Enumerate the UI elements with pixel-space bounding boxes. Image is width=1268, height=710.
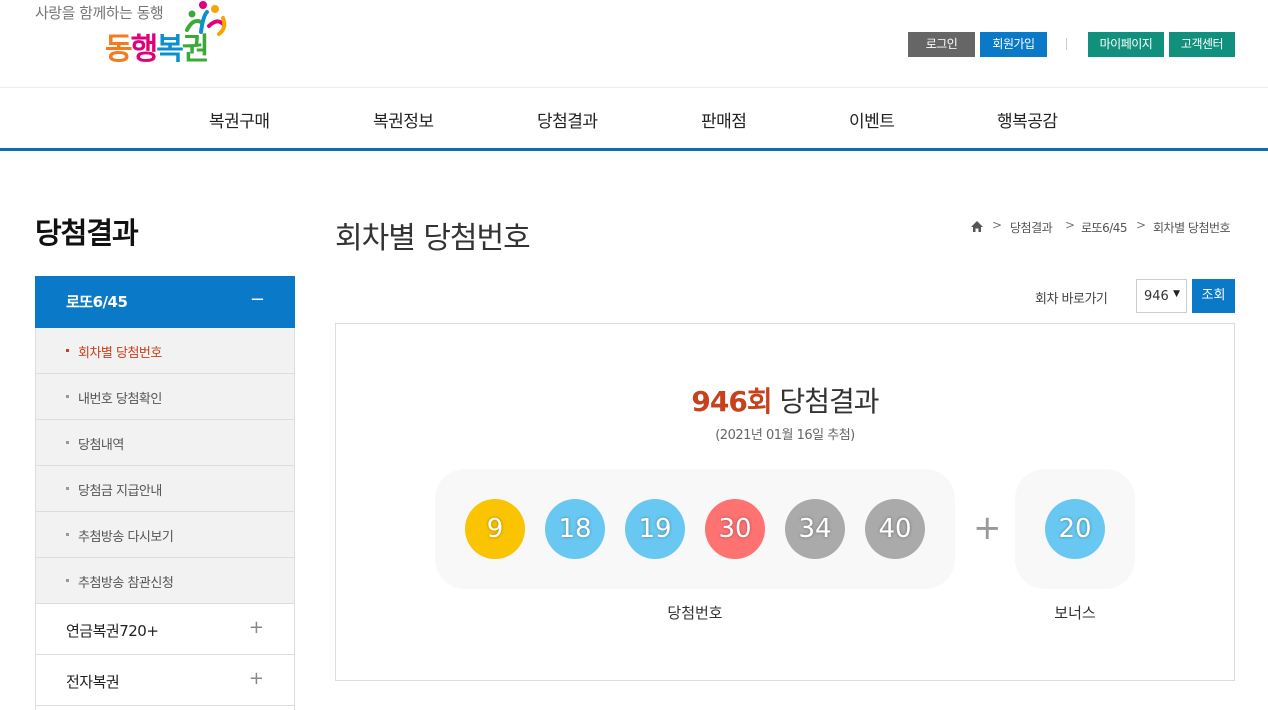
number-ball: 30 (705, 499, 765, 559)
sidebar-category-pension720[interactable]: 연금복권720+ + (36, 604, 294, 655)
sidebar-category-e-lottery[interactable]: 전자복권 + (36, 655, 294, 706)
search-button[interactable]: 조회 (1192, 279, 1235, 313)
draw-select-value: 946 (1144, 289, 1169, 304)
bullet-icon (66, 487, 69, 490)
sidebar-item-label: 당첨금 지급안내 (78, 484, 162, 499)
expand-icon[interactable]: + (249, 617, 264, 638)
sidebar-item-winning-history[interactable]: 당첨내역 (36, 420, 294, 466)
sidebar-item-label: 회차별 당첨번호 (78, 346, 162, 361)
login-button[interactable]: 로그인 (908, 32, 975, 57)
expand-icon[interactable]: + (249, 668, 264, 689)
result-panel: 946회 당첨결과 (2021년 01월 16일 추첨) 9 18 19 30 … (335, 323, 1235, 681)
join-button[interactable]: 회원가입 (980, 32, 1047, 57)
sidebar-item-draw-numbers[interactable]: 회차별 당첨번호 (36, 328, 294, 374)
gnb-item-happiness[interactable]: 행복공감 (997, 107, 1058, 132)
utility-divider (1066, 38, 1067, 50)
bullet-icon (66, 395, 69, 398)
bullet-icon (66, 441, 69, 444)
sidebar-item-prize-payment[interactable]: 당첨금 지급안내 (36, 466, 294, 512)
bonus-label: 보너스 (1054, 604, 1096, 622)
mypage-button[interactable]: 마이페이지 (1088, 32, 1164, 57)
breadcrumb-item[interactable]: 당첨결과 (1010, 219, 1053, 236)
sidebar-item-label: 추첨방송 참관신청 (78, 576, 174, 591)
bonus-ball: 20 (1045, 499, 1105, 559)
breadcrumb-separator: > (1136, 218, 1146, 232)
sidebar-category-label: 로또6/45 (66, 293, 128, 311)
sidebar-item-label: 내번호 당첨확인 (78, 392, 162, 407)
sidebar-item-check-my-numbers[interactable]: 내번호 당첨확인 (36, 374, 294, 420)
number-ball: 9 (465, 499, 525, 559)
sidebar-category-label: 전자복권 (66, 673, 120, 691)
bonus-number-panel: 20 (1015, 469, 1135, 589)
result-title: 946회 당첨결과 (336, 380, 1234, 420)
number-ball: 18 (545, 499, 605, 559)
round-number: 946회 (691, 385, 772, 418)
sidebar-item-broadcast-replay[interactable]: 추첨방송 다시보기 (36, 512, 294, 558)
logo-tagline: 사랑을 함께하는 동행 (35, 4, 164, 22)
draw-select-label: 회차 바로가기 (1035, 292, 1108, 307)
sidebar-item-label: 당첨내역 (78, 438, 124, 453)
number-ball: 40 (865, 499, 925, 559)
draw-select[interactable]: 946 ▼ (1136, 279, 1187, 313)
bullet-icon (66, 349, 69, 352)
gnb-item-stores[interactable]: 판매점 (701, 107, 747, 132)
number-ball: 19 (625, 499, 685, 559)
winning-numbers-label: 당첨번호 (667, 604, 723, 622)
collapse-icon[interactable]: − (250, 289, 265, 310)
caret-down-icon: ▼ (1173, 289, 1180, 299)
customer-center-button[interactable]: 고객센터 (1169, 32, 1235, 57)
sidebar-item-broadcast-attend[interactable]: 추첨방송 참관신청 (36, 558, 294, 604)
sidebar-title: 당첨결과 (35, 216, 139, 250)
sidebar-item-label: 추첨방송 다시보기 (78, 530, 174, 545)
winning-numbers-panel: 9 18 19 30 34 40 (435, 469, 955, 589)
draw-date: (2021년 01월 16일 추첨) (715, 428, 855, 443)
breadcrumb-separator: > (1065, 218, 1075, 232)
header: 사랑을 함께하는 동행 동행복권 로그인 회원가입 마이페이지 고객센터 (0, 0, 1268, 88)
sidebar-category-lotto645[interactable]: 로또6/45 − (35, 276, 295, 328)
home-icon[interactable] (970, 220, 984, 233)
breadcrumb-separator: > (992, 218, 1002, 232)
page-title: 회차별 당첨번호 (335, 221, 531, 256)
gnb-item-events[interactable]: 이벤트 (849, 107, 895, 132)
number-ball: 34 (785, 499, 845, 559)
gnb-item-results[interactable]: 당첨결과 (537, 107, 598, 132)
sidebar: 로또6/45 − 회차별 당첨번호 내번호 당첨확인 당첨내역 당첨금 지급안내… (35, 276, 295, 710)
main-navigation: 복권구매 복권정보 당첨결과 판매점 이벤트 행복공감 (0, 89, 1268, 151)
sidebar-category-label: 연금복권720+ (66, 622, 159, 640)
result-title-suffix: 당첨결과 (771, 385, 880, 418)
breadcrumb-item[interactable]: 로또6/45 (1081, 219, 1128, 236)
utility-menu: 로그인 회원가입 마이페이지 고객센터 (0, 32, 1268, 57)
plus-icon: + (973, 508, 1002, 548)
gnb-item-purchase[interactable]: 복권구매 (209, 107, 270, 132)
breadcrumb-item: 회차별 당첨번호 (1153, 221, 1231, 235)
bullet-icon (66, 533, 69, 536)
gnb-item-info[interactable]: 복권정보 (373, 107, 434, 132)
bullet-icon (66, 579, 69, 582)
